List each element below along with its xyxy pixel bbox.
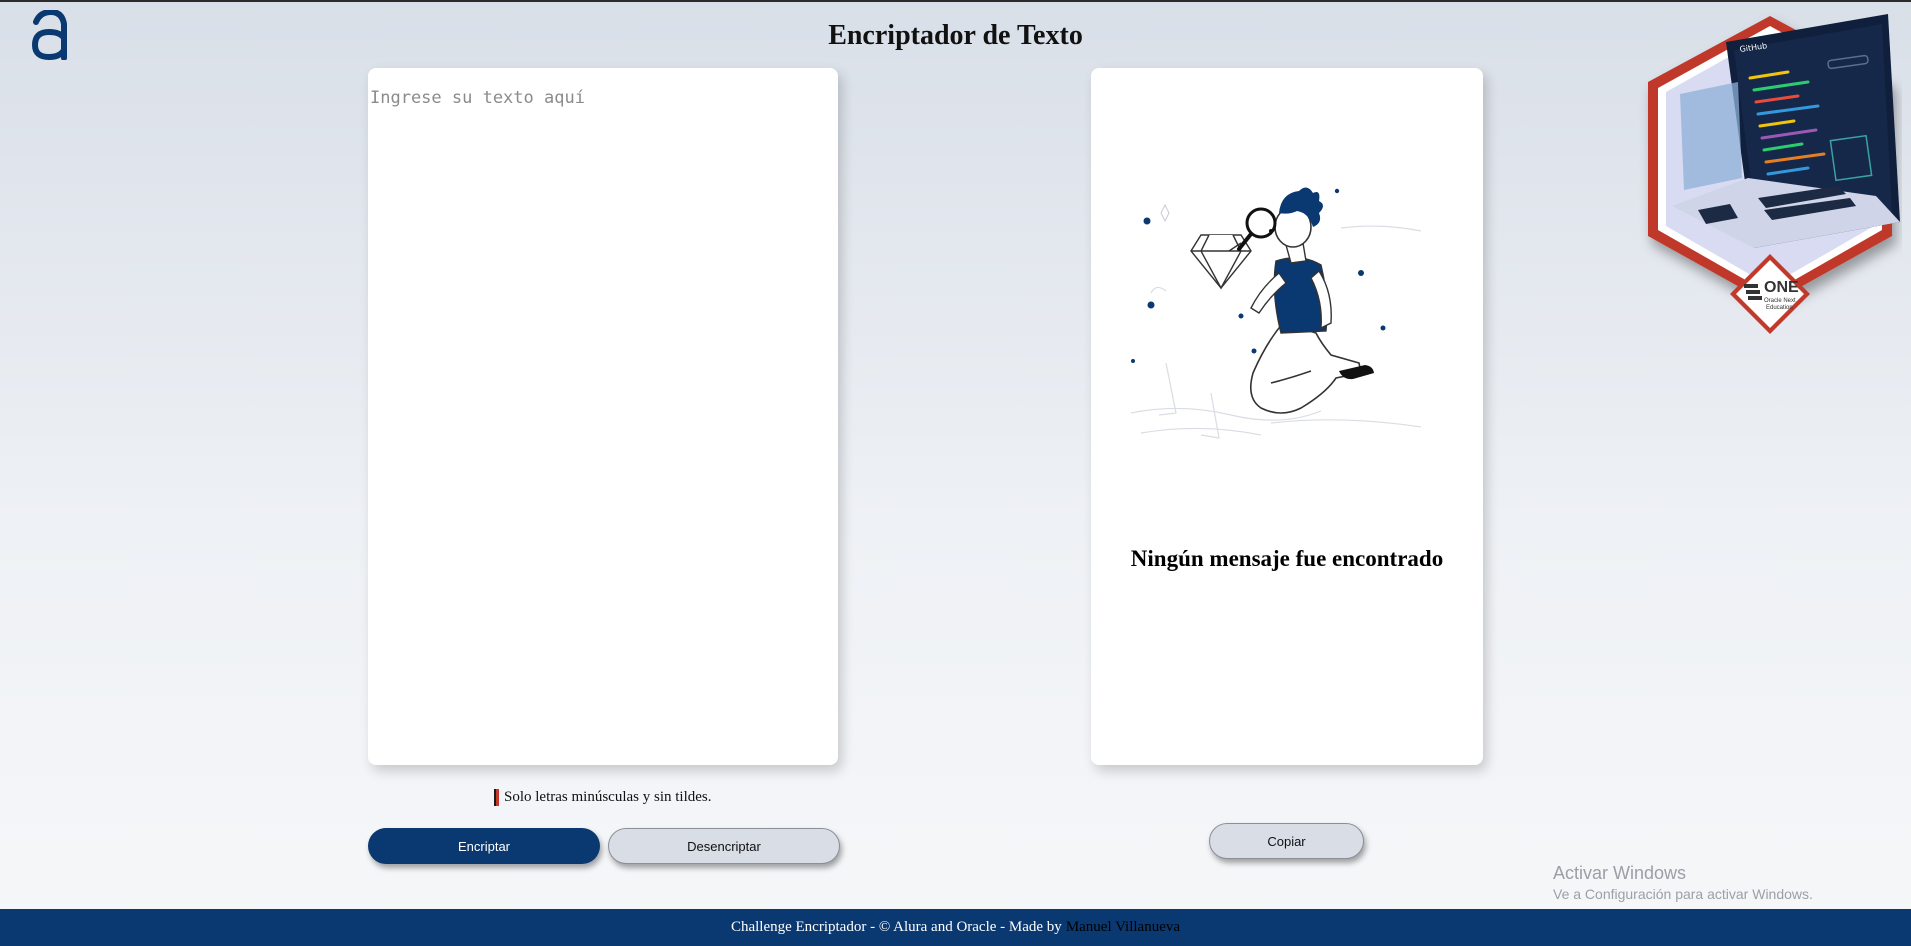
input-card <box>368 68 838 765</box>
page-title: Encriptador de Texto <box>828 20 1083 51</box>
badge-brand-text: ONE <box>1764 279 1799 296</box>
windows-activation-watermark: Activar Windows Ve a Configuración para … <box>1553 862 1813 904</box>
footer-author-link[interactable]: Manuel Villanueva <box>1066 919 1180 936</box>
badge-brand-sub2: Education <box>1766 305 1793 311</box>
top-border <box>0 0 1911 2</box>
text-input[interactable] <box>368 68 838 765</box>
warning-bar-icon <box>494 788 499 806</box>
watermark-subtitle: Ve a Configuración para activar Windows. <box>1553 886 1813 902</box>
watermark-title: Activar Windows <box>1553 863 1687 883</box>
footer: Challenge Encriptador - © Alura and Orac… <box>0 909 1911 946</box>
copy-button[interactable]: Copiar <box>1209 823 1364 859</box>
output-card: Ningún mensaje fue encontrado <box>1091 68 1483 765</box>
badge-brand-sub1: Oracle Next <box>1764 298 1796 304</box>
oracle-one-laptop-badge: GitHub ONE Oracle Next Education <box>1638 8 1902 348</box>
person-with-magnifier-illustration <box>1121 183 1451 523</box>
hint-text: Solo letras minúsculas y sin tildes. <box>504 788 712 805</box>
encrypt-button[interactable]: Encriptar <box>368 828 600 864</box>
hint-message: Solo letras minúsculas y sin tildes. <box>494 787 712 807</box>
footer-text: Challenge Encriptador - © Alura and Orac… <box>730 919 1062 935</box>
output-empty-message: Ningún mensaje fue encontrado <box>1130 546 1444 571</box>
decrypt-button[interactable]: Desencriptar <box>608 828 840 864</box>
